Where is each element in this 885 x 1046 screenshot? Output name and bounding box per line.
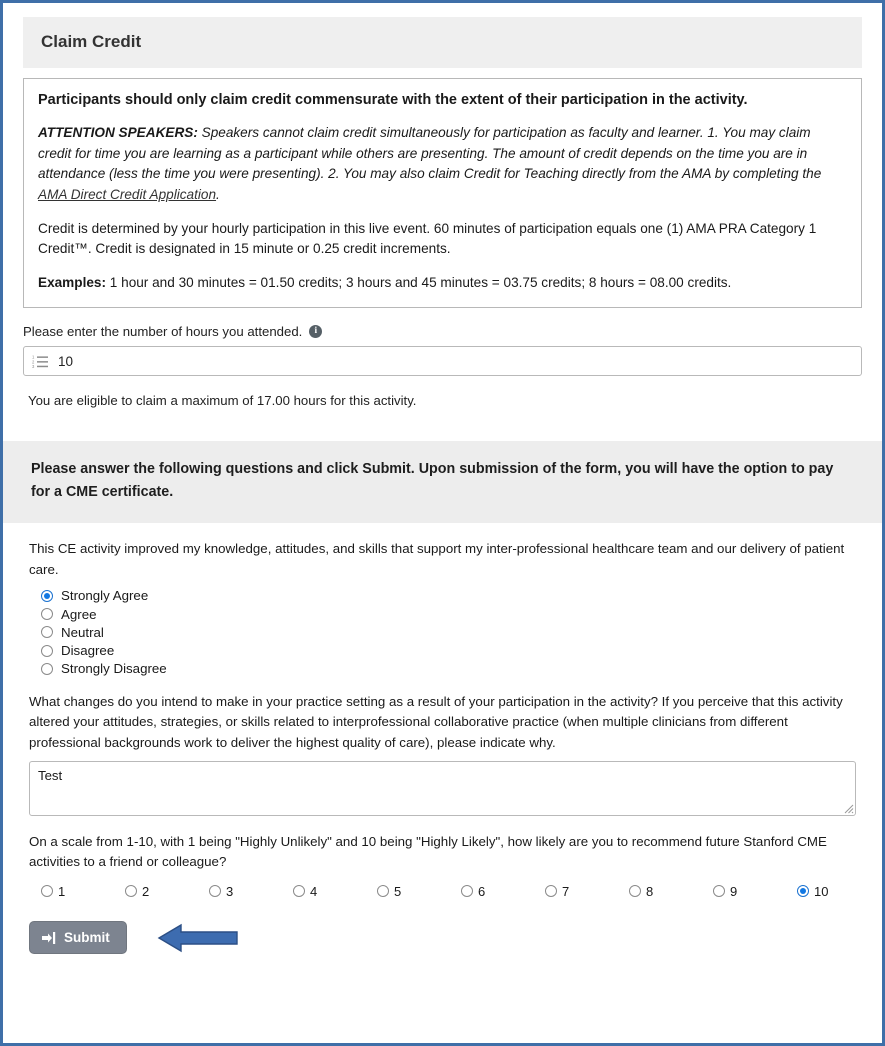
scale-label: 10 (814, 883, 829, 899)
examples-body: 1 hour and 30 minutes = 01.50 credits; 3… (106, 274, 732, 290)
radio-icon[interactable] (41, 663, 53, 676)
claim-credit-page: Claim Credit Participants should only cl… (3, 3, 882, 1043)
radio-option-neutral[interactable]: Neutral (41, 626, 862, 639)
scale-label: 5 (394, 883, 402, 899)
credit-info-box: Participants should only claim credit co… (23, 78, 862, 309)
radio-icon[interactable] (545, 885, 557, 898)
scale-option-6[interactable]: 6 (461, 884, 545, 899)
scale-option-9[interactable]: 9 (713, 884, 797, 899)
scale-option-2[interactable]: 2 (125, 884, 209, 899)
radio-label: Disagree (61, 643, 115, 659)
left-pointing-arrow-icon (157, 923, 238, 953)
question-2-textarea[interactable]: Test (29, 760, 856, 816)
hours-field-label: Please enter the number of hours you att… (23, 324, 862, 339)
submit-button-label: Submit (64, 930, 110, 946)
question-2-text: What changes do you intend to make in yo… (29, 693, 843, 750)
question-1-options: Strongly Agree Agree Neutral Disagree St… (41, 588, 862, 677)
radio-label: Strongly Agree (61, 588, 149, 604)
scale-label: 4 (310, 883, 318, 899)
eligibility-note: You are eligible to claim a maximum of 1… (28, 393, 417, 409)
scale-option-8[interactable]: 8 (629, 884, 713, 899)
attention-speakers-body-2: . (216, 186, 220, 202)
radio-icon[interactable] (209, 885, 221, 898)
examples-label: Examples: (38, 274, 107, 290)
radio-icon[interactable] (377, 885, 389, 898)
info-lead-text: Participants should only claim credit co… (38, 92, 748, 109)
question-3-options: 1 2 3 4 5 6 7 8 9 10 (41, 884, 862, 899)
radio-option-strongly-disagree[interactable]: Strongly Disagree (41, 661, 862, 677)
scale-label: 2 (142, 883, 150, 899)
question-1-text: This CE activity improved my knowledge, … (29, 541, 845, 577)
radio-icon[interactable] (797, 885, 809, 898)
radio-icon[interactable] (629, 885, 641, 898)
scale-option-5[interactable]: 5 (377, 884, 461, 899)
instructions-panel: Please answer the following questions an… (3, 441, 882, 524)
radio-icon[interactable] (125, 885, 137, 898)
radio-option-agree[interactable]: Agree (41, 606, 862, 622)
page-title: Claim Credit (41, 32, 142, 51)
svg-text:3: 3 (32, 364, 35, 368)
hours-field-block: Please enter the number of hours you att… (23, 324, 862, 408)
scale-option-1[interactable]: 1 (41, 884, 125, 899)
question-3-text: On a scale from 1-10, with 1 being "High… (29, 833, 827, 870)
question-2-block: What changes do you intend to make in yo… (23, 692, 862, 816)
attention-speakers-label: ATTENTION SPEAKERS: (38, 124, 198, 140)
scale-label: 7 (562, 883, 570, 899)
ama-direct-credit-application-link[interactable]: AMA Direct Credit Application (38, 187, 216, 202)
attention-speakers-paragraph: ATTENTION SPEAKERS: Speakers cannot clai… (38, 123, 847, 206)
page-frame: Claim Credit Participants should only cl… (0, 0, 885, 1046)
hours-input-value: 10 (58, 353, 74, 369)
resize-handle-icon[interactable] (842, 802, 854, 814)
scale-option-4[interactable]: 4 (293, 884, 377, 899)
hours-label-text: Please enter the number of hours you att… (23, 324, 303, 340)
radio-icon[interactable] (713, 885, 725, 898)
radio-icon[interactable] (41, 589, 53, 602)
radio-icon[interactable] (41, 885, 53, 898)
question-3-block: On a scale from 1-10, with 1 being "High… (23, 832, 862, 899)
radio-icon[interactable] (461, 885, 473, 898)
scale-option-10[interactable]: 10 (797, 884, 881, 899)
radio-option-disagree[interactable]: Disagree (41, 644, 862, 657)
scale-label: 8 (646, 883, 654, 899)
submit-row: Submit (29, 921, 882, 955)
claim-credit-header: Claim Credit (23, 17, 862, 69)
scale-option-7[interactable]: 7 (545, 884, 629, 899)
examples-paragraph: Examples: 1 hour and 30 minutes = 01.50 … (38, 273, 847, 293)
scale-label: 6 (478, 883, 486, 899)
hours-input[interactable]: 1 2 3 10 (23, 346, 862, 377)
submit-button[interactable]: Submit (29, 921, 127, 955)
radio-option-strongly-agree[interactable]: Strongly Agree (41, 588, 862, 604)
radio-icon[interactable] (293, 885, 305, 898)
radio-label: Strongly Disagree (61, 661, 167, 677)
radio-icon[interactable] (41, 608, 53, 621)
scale-label: 9 (730, 883, 738, 899)
info-icon[interactable]: i (309, 325, 323, 339)
radio-label: Agree (61, 606, 97, 622)
question-1-block: This CE activity improved my knowledge, … (23, 539, 862, 676)
question-2-answer: Test (38, 767, 63, 783)
scale-label: 3 (226, 883, 234, 899)
radio-label: Neutral (61, 624, 104, 640)
scale-option-3[interactable]: 3 (209, 884, 293, 899)
ordered-list-icon: 1 2 3 (32, 355, 48, 368)
instructions-text: Please answer the following questions an… (31, 461, 834, 501)
sign-in-arrow-icon (42, 931, 56, 944)
scale-label: 1 (58, 883, 66, 899)
radio-icon[interactable] (41, 644, 53, 657)
credit-determination-paragraph: Credit is determined by your hourly part… (38, 220, 817, 257)
radio-icon[interactable] (41, 626, 53, 639)
